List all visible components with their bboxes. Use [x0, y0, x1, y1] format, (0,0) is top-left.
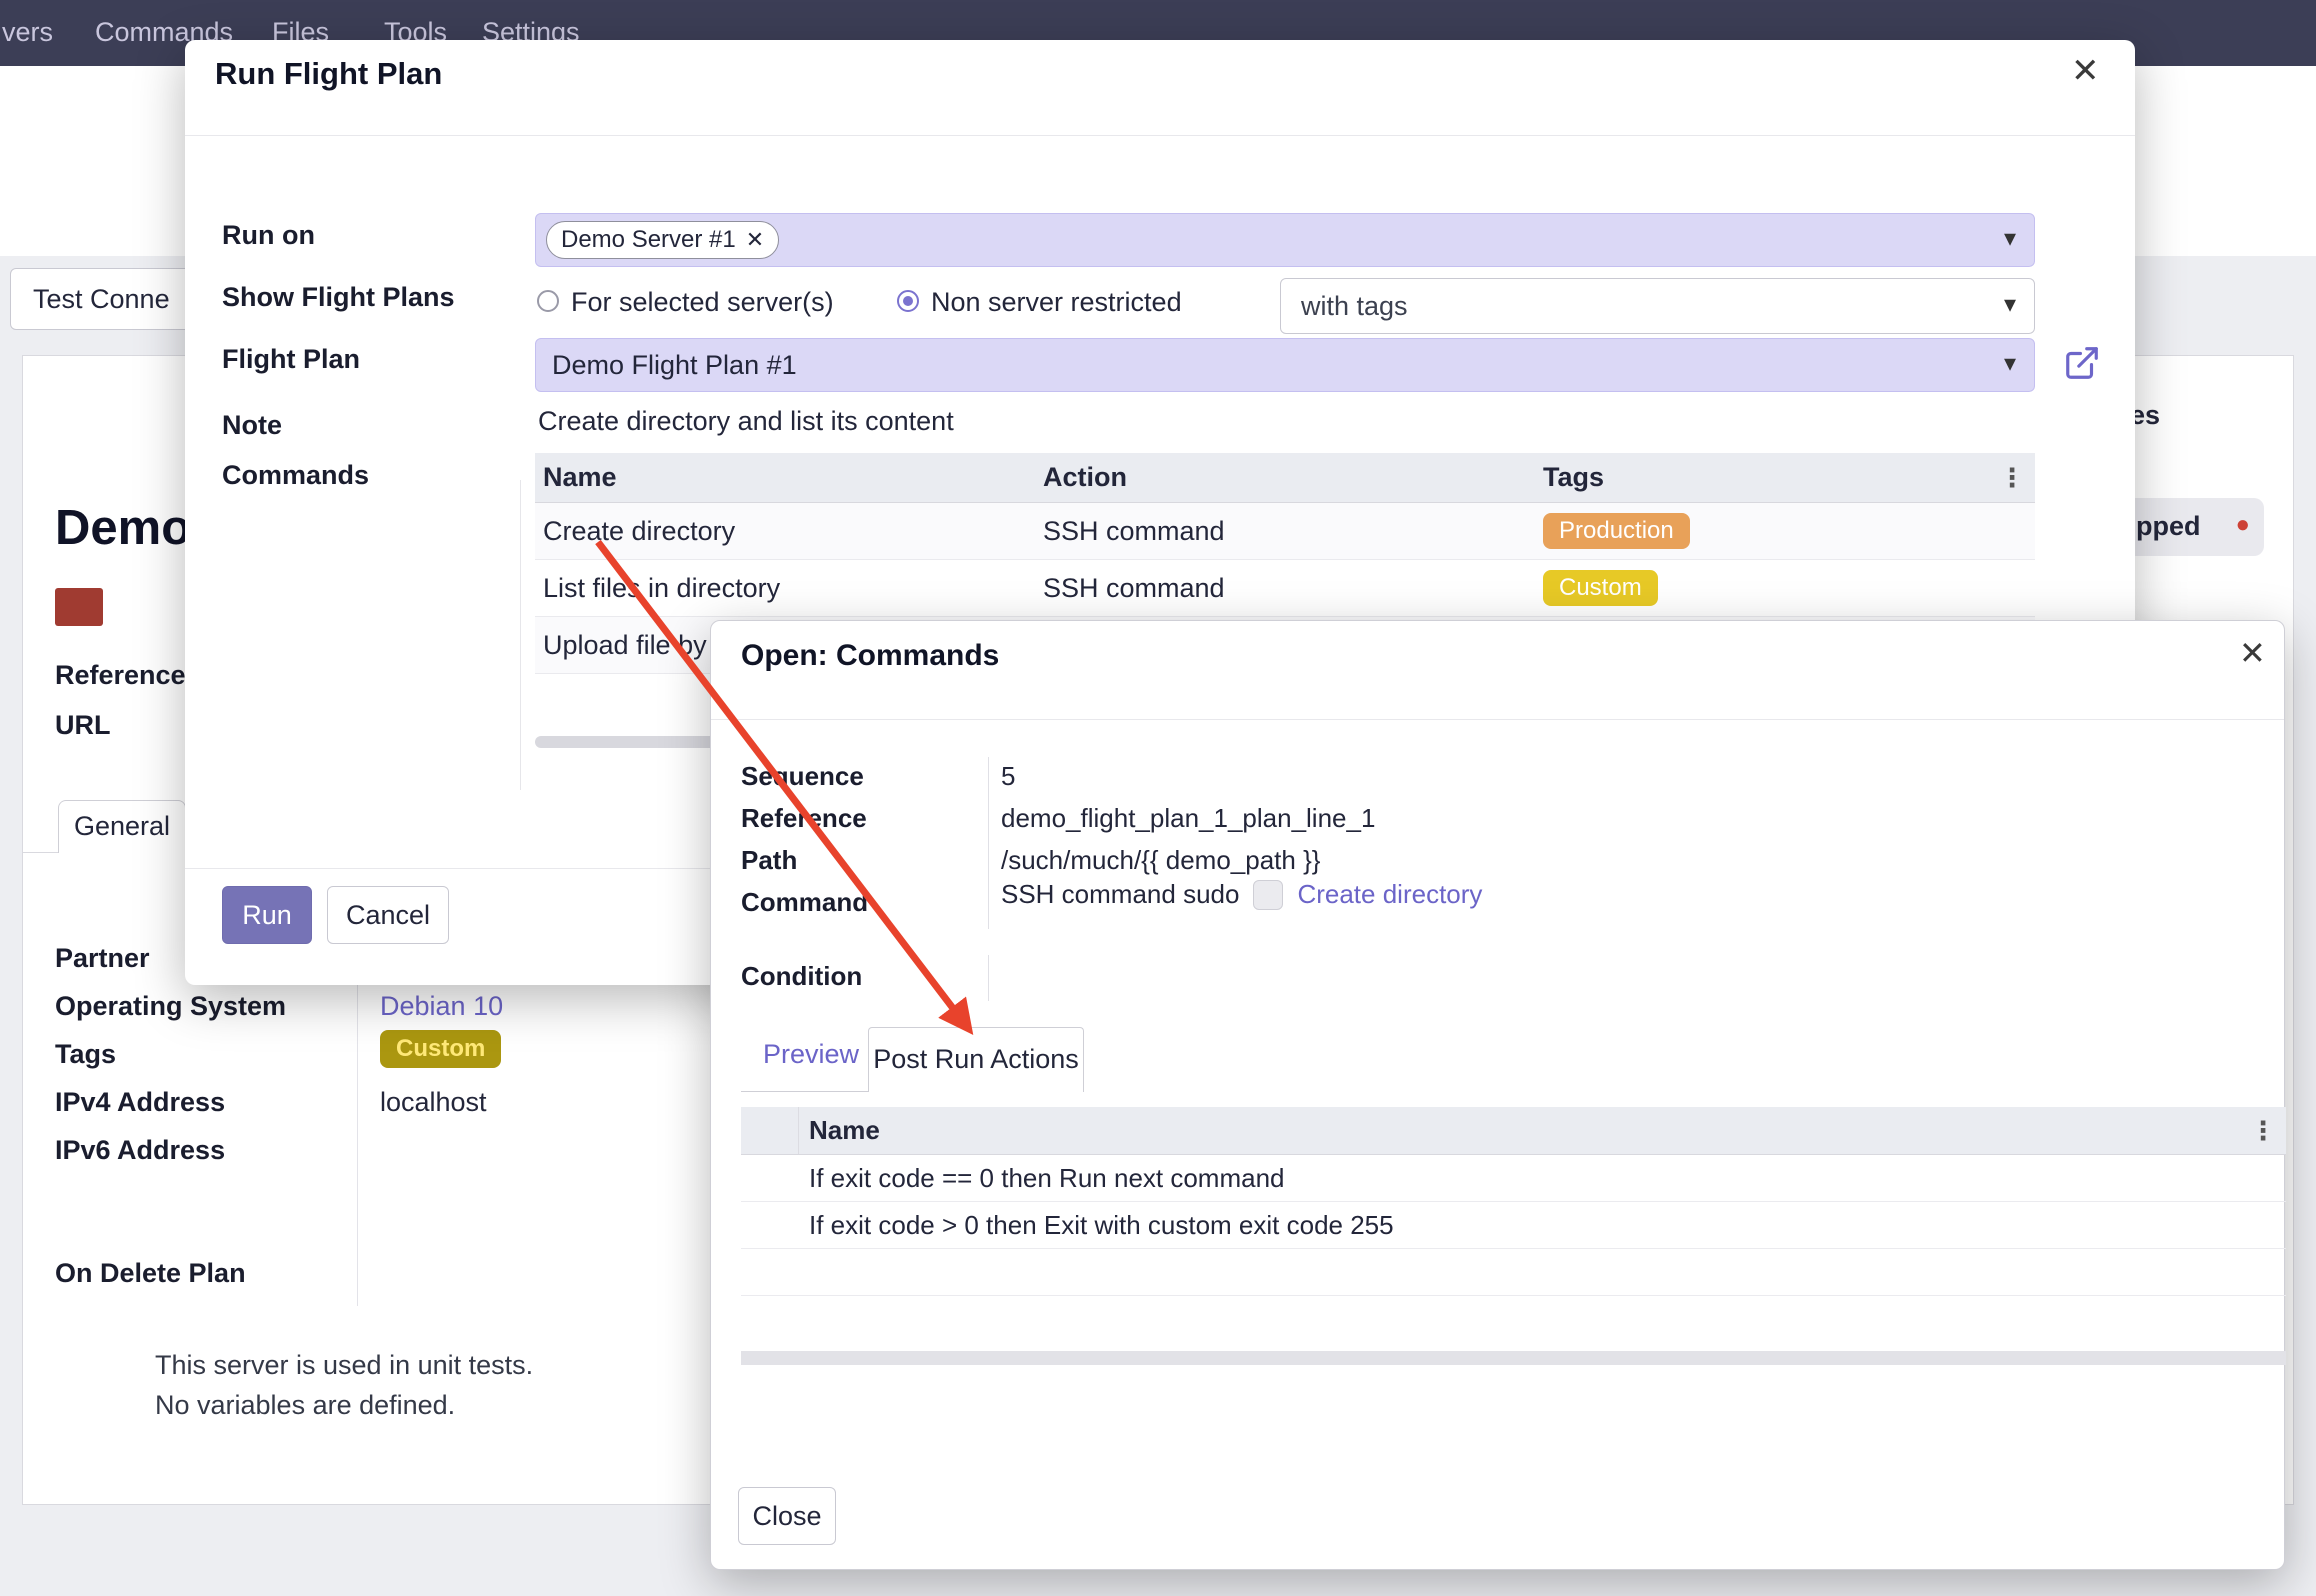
- sheet-divider: [520, 480, 521, 790]
- field-divider: [988, 955, 989, 1001]
- sequence-value: 5: [1001, 761, 1015, 792]
- ipv6-label: IPv6 Address: [55, 1135, 225, 1166]
- tab-underline: [741, 1091, 868, 1092]
- radio-for-selected-servers-label[interactable]: For selected server(s): [571, 287, 834, 318]
- table-row[interactable]: If exit code == 0 then Run next command: [741, 1155, 2286, 1202]
- table-row[interactable]: If exit code > 0 then Exit with custom e…: [741, 1202, 2286, 1249]
- col-header-tags[interactable]: Tags: [1535, 462, 1975, 493]
- with-tags-value: with tags: [1301, 291, 1408, 322]
- caret-down-icon[interactable]: ▾: [2004, 349, 2016, 378]
- cancel-button[interactable]: Cancel: [327, 886, 449, 944]
- close-icon[interactable]: ✕: [2071, 54, 2100, 88]
- cell-tags: Production: [1535, 513, 2035, 549]
- show-flight-plans-label: Show Flight Plans: [222, 282, 455, 313]
- horizontal-scrollbar-track[interactable]: [741, 1351, 2286, 1365]
- tags-label: Tags: [55, 1039, 116, 1070]
- open-commands-modal: Open: Commands ✕ Sequence Reference Path…: [710, 620, 2285, 1570]
- on-delete-plan-label: On Delete Plan: [55, 1258, 246, 1289]
- col-header-name[interactable]: Name: [799, 1115, 880, 1146]
- flight-plan-note: Create directory and list its content: [538, 406, 954, 437]
- server-chip: Demo Server #1 ✕: [546, 221, 779, 259]
- status-dot-icon: ●: [2236, 511, 2251, 539]
- server-chip-label: Demo Server #1: [561, 226, 736, 254]
- flight-plan-select[interactable]: Demo Flight Plan #1 ▾: [535, 338, 2035, 392]
- table-row[interactable]: List files in directory SSH command Cust…: [535, 560, 2035, 617]
- close-icon[interactable]: ✕: [2239, 637, 2266, 669]
- tab-preview[interactable]: Preview: [763, 1039, 859, 1070]
- os-value-link[interactable]: Debian 10: [380, 991, 503, 1022]
- kebab-menu-icon[interactable]: ⋮: [2250, 1115, 2276, 1146]
- cell-name: List files in directory: [535, 573, 1035, 604]
- cell-tags: Custom: [1535, 570, 2035, 606]
- url-label: URL: [55, 710, 111, 741]
- table-row[interactable]: Create directory SSH command Production: [535, 503, 2035, 560]
- create-directory-checkbox[interactable]: [1253, 880, 1283, 910]
- reference-value: demo_flight_plan_1_plan_line_1: [1001, 803, 1375, 834]
- col-header-name[interactable]: Name: [535, 462, 1035, 493]
- table-row-empty: [741, 1249, 2286, 1296]
- cell-action: SSH command: [1035, 516, 1535, 547]
- col-header-action[interactable]: Action: [1035, 462, 1535, 493]
- note-line-1: This server is used in unit tests.: [155, 1350, 533, 1381]
- field-divider: [357, 938, 358, 1306]
- field-divider: [988, 757, 989, 929]
- status-text-fragment: pped: [2136, 511, 2201, 542]
- cell-name: Create directory: [535, 516, 1035, 547]
- radio-non-server-restricted-label[interactable]: Non server restricted: [931, 287, 1182, 318]
- tags-value-badge: Custom: [380, 1030, 501, 1068]
- command-value: SSH command sudo: [1001, 879, 1239, 910]
- caret-down-icon[interactable]: ▾: [2004, 224, 2016, 253]
- table-header-row: Name ⋮: [741, 1107, 2286, 1155]
- cell-name: If exit code == 0 then Run next command: [741, 1163, 1285, 1194]
- tab-general[interactable]: General: [58, 800, 186, 853]
- radio-non-server-restricted[interactable]: [897, 290, 919, 312]
- run-button[interactable]: Run: [222, 886, 312, 944]
- reference-label: Reference: [55, 660, 186, 691]
- selector-column: [741, 1107, 799, 1154]
- close-button[interactable]: Close: [738, 1487, 836, 1545]
- run-modal-title: Run Flight Plan: [215, 56, 442, 92]
- table-header-row: Name Action Tags ⋮: [535, 453, 2035, 503]
- reference-label: Reference: [741, 803, 867, 834]
- with-tags-select[interactable]: with tags ▾: [1280, 278, 2035, 334]
- command-row: SSH command sudo Create directory: [1001, 879, 1482, 910]
- os-label: Operating System: [55, 991, 286, 1022]
- tab-post-run-actions[interactable]: Post Run Actions: [868, 1027, 1084, 1092]
- sequence-label: Sequence: [741, 761, 864, 792]
- create-directory-link[interactable]: Create directory: [1297, 879, 1482, 910]
- tag-badge-production: Production: [1543, 513, 1690, 549]
- commands-modal-title: Open: Commands: [741, 639, 999, 673]
- modal-header-divider: [711, 719, 2284, 720]
- flight-plan-label: Flight Plan: [222, 344, 360, 375]
- external-link-icon[interactable]: [2063, 344, 2101, 387]
- ipv4-value: localhost: [380, 1087, 487, 1118]
- flight-plan-value: Demo Flight Plan #1: [552, 350, 797, 381]
- post-run-actions-table: Name ⋮ If exit code == 0 then Run next c…: [741, 1107, 2286, 1296]
- radio-for-selected-servers[interactable]: [537, 290, 559, 312]
- server-title: Demo: [55, 500, 191, 556]
- commands-label: Commands: [222, 460, 369, 491]
- screen: vers Commands Files Tools Settings Test …: [0, 0, 2316, 1596]
- condition-label: Condition: [741, 961, 862, 992]
- nav-item-servers[interactable]: vers: [2, 17, 53, 48]
- chip-remove-icon[interactable]: ✕: [746, 227, 764, 253]
- command-label: Command: [741, 887, 868, 918]
- caret-down-icon[interactable]: ▾: [2004, 290, 2016, 319]
- path-label: Path: [741, 845, 797, 876]
- tag-badge-custom: Custom: [1543, 570, 1658, 606]
- cell-name: If exit code > 0 then Exit with custom e…: [741, 1210, 1394, 1241]
- note-label: Note: [222, 410, 282, 441]
- partner-label: Partner: [55, 943, 150, 974]
- cell-action: SSH command: [1035, 573, 1535, 604]
- note-line-2: No variables are defined.: [155, 1390, 455, 1421]
- path-value: /such/much/{{ demo_path }}: [1001, 845, 1320, 876]
- ipv4-label: IPv4 Address: [55, 1087, 225, 1118]
- kebab-menu-icon[interactable]: ⋮: [1999, 462, 2025, 493]
- run-on-label: Run on: [222, 220, 315, 251]
- color-swatch[interactable]: [55, 588, 103, 626]
- modal-header-divider: [185, 135, 2135, 136]
- run-on-select[interactable]: Demo Server #1 ✕ ▾: [535, 213, 2035, 267]
